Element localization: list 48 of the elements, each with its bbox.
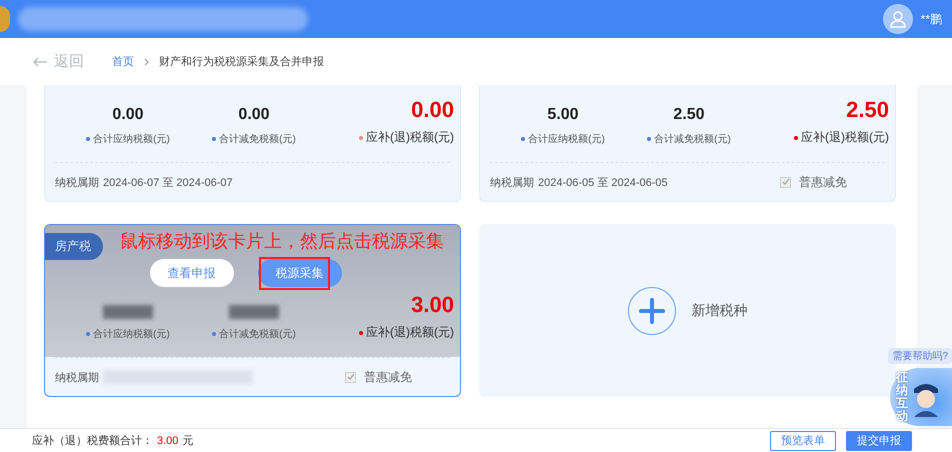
due-label: 应补(退)税额(元) (359, 129, 454, 146)
add-label: 新增税种 (692, 302, 748, 320)
period-label: 纳税属期 (490, 176, 534, 190)
tax-type-tag: 房产税 (45, 233, 103, 260)
annotation-text: 鼠标移动到该卡片上，然后点击税源采集 (120, 230, 444, 253)
due-label: 应补(退)税额(元) (359, 324, 454, 341)
plus-icon (638, 298, 664, 324)
due-value: 2.50 (846, 97, 889, 123)
arrow-icon (32, 56, 48, 66)
breadcrumb-current: 财产和行为税税源采集及合并申报 (159, 54, 324, 69)
payable-label: 合计应纳税额(元) (86, 132, 170, 146)
collect-button[interactable]: 税源采集 (258, 259, 342, 287)
reduced-value: 0.00 (238, 106, 270, 124)
reduced-label: 合计减免税额(元) (212, 327, 296, 341)
help-button[interactable]: 征纳互动 (890, 368, 952, 426)
blurred-value (103, 305, 153, 319)
view-button[interactable]: 查看申报 (150, 259, 234, 287)
chevron-icon (144, 58, 149, 66)
payable-value: 0.00 (112, 106, 144, 124)
reduced-label: 合计减免税额(元) (212, 132, 296, 146)
avatar-icon (882, 4, 913, 34)
total-label: 应补（退）税费额合计： (32, 434, 153, 448)
payable-label: 合计应纳税额(元) (521, 132, 605, 146)
period-label: 纳税属期 (55, 176, 99, 190)
due-label: 应补(退)税额(元) (794, 129, 889, 146)
blurred-value (229, 305, 279, 319)
back-link[interactable]: 返回 (32, 52, 84, 71)
period-value: 2024-06-05 至 2024-06-05 (538, 176, 668, 190)
total-value: 3.00 (157, 434, 178, 446)
add-button[interactable] (628, 286, 676, 334)
unit-label: 元 (182, 434, 194, 448)
payable-value: 5.00 (547, 106, 579, 124)
help-bubble: 需要帮助吗? (888, 348, 952, 364)
check-icon (346, 373, 354, 381)
breadcrumb-link[interactable]: 首页 (112, 54, 134, 69)
preview-button[interactable]: 预览表单 (770, 430, 836, 450)
relief-checkbox[interactable]: 普惠减免 (780, 174, 847, 190)
check-icon (782, 178, 790, 186)
payable-label: 合计应纳税额(元) (86, 327, 170, 341)
reduced-value: 2.50 (673, 106, 705, 124)
submit-button[interactable]: 提交申报 (846, 430, 912, 450)
period-label: 纳税属期 (55, 370, 99, 384)
period-value: 2024-06-07 至 2024-06-07 (103, 176, 233, 190)
due-value: 3.00 (411, 292, 454, 318)
relief-checkbox[interactable]: 普惠减免 (345, 368, 412, 386)
reduced-label: 合计减免税额(元) (647, 132, 731, 146)
user-name: **鹏 (920, 10, 942, 28)
due-value: 0.00 (411, 97, 454, 123)
